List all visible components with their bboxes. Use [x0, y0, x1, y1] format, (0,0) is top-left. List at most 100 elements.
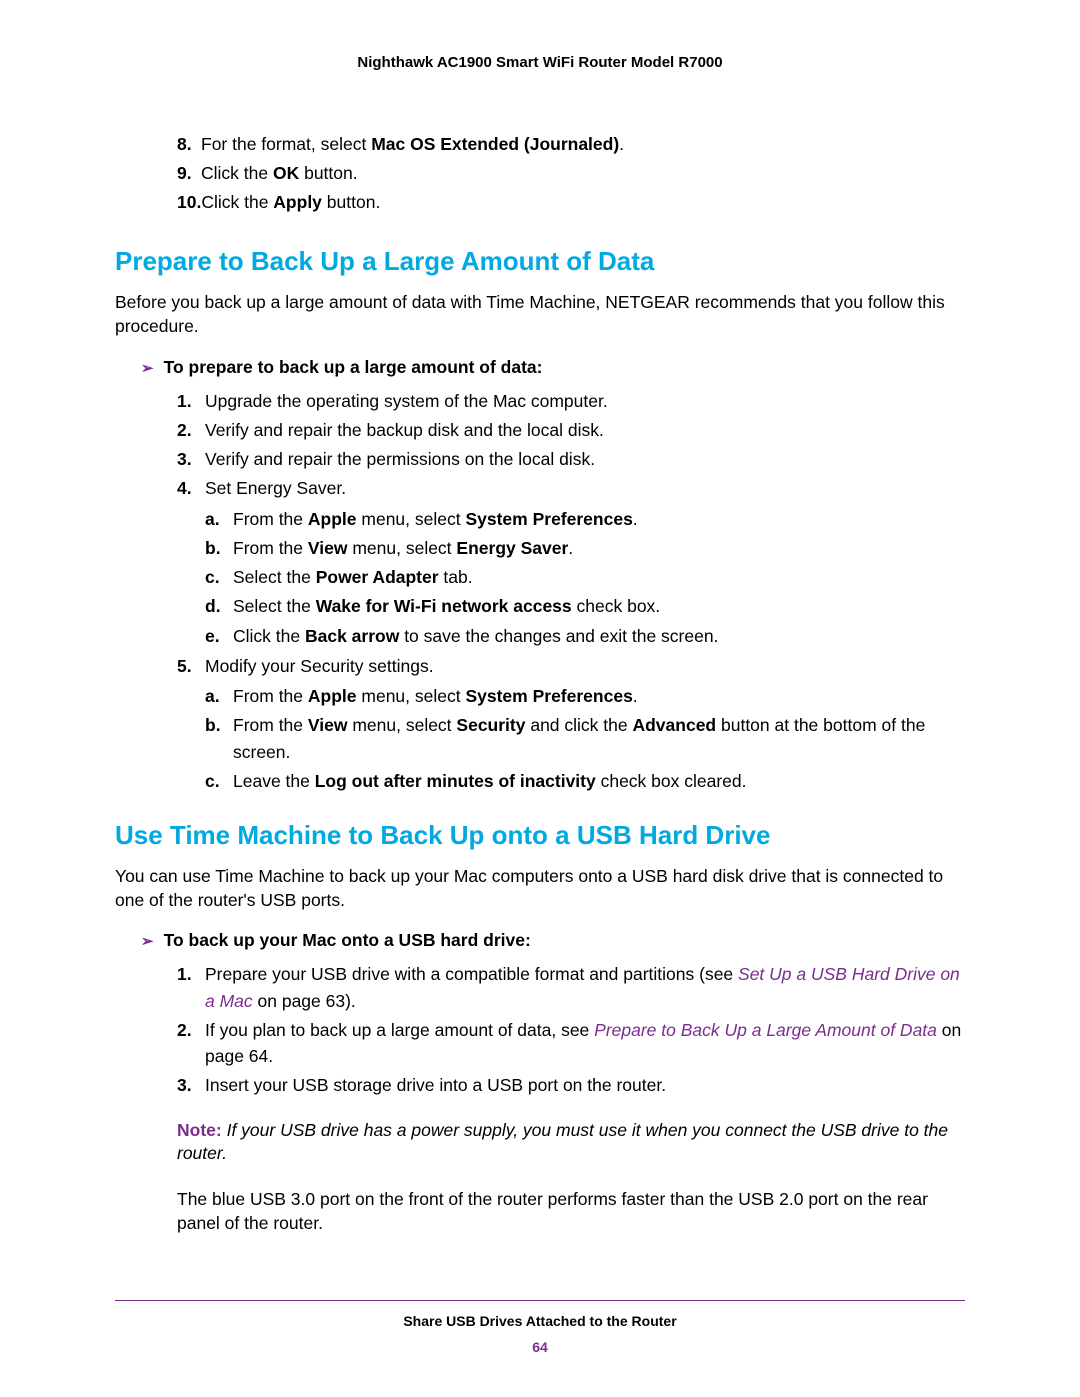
document-header: Nighthawk AC1900 Smart WiFi Router Model…	[115, 54, 965, 71]
note-label: Note:	[177, 1120, 227, 1140]
substep-4e: e.Click the Back arrow to save the chang…	[205, 623, 965, 649]
step-5: 5.Modify your Security settings.	[177, 653, 965, 679]
step-text: .	[633, 686, 638, 706]
step-number: d.	[205, 593, 233, 619]
step-bold: Power Adapter	[316, 567, 439, 587]
step-number: 1.	[177, 388, 205, 414]
step-text: menu, select	[347, 715, 456, 735]
procedure-heading: To back up your Mac onto a USB hard driv…	[164, 930, 531, 951]
step-bold: Energy Saver	[456, 538, 568, 558]
step-text: Click the	[233, 626, 305, 646]
section-heading-timemachine: Use Time Machine to Back Up onto a USB H…	[115, 820, 965, 851]
note-text: If your USB drive has a power supply, yo…	[177, 1120, 948, 1164]
footer-chapter-title: Share USB Drives Attached to the Router	[115, 1313, 965, 1329]
step-text: check box.	[572, 596, 661, 616]
step-text: menu, select	[347, 538, 456, 558]
step-number: 5.	[177, 653, 205, 679]
step-3: 3.Insert your USB storage drive into a U…	[177, 1072, 965, 1098]
step-text: to save the changes and exit the screen.	[399, 626, 718, 646]
step-4: 4.Set Energy Saver.	[177, 475, 965, 501]
step-number: 3.	[177, 446, 205, 472]
step-bold: Apply	[273, 192, 322, 212]
step-1: 1.Upgrade the operating system of the Ma…	[177, 388, 965, 414]
arrow-icon: ➢	[141, 932, 154, 950]
step-number: 1.	[177, 961, 205, 1014]
step-bold: Log out after minutes of inactivity	[315, 771, 596, 791]
step-text: .	[619, 134, 624, 154]
step-number: 2.	[177, 1017, 205, 1070]
substep-5b: b.From the View menu, select Security an…	[205, 712, 965, 765]
section-intro: You can use Time Machine to back up your…	[115, 865, 965, 912]
step-number: 8.	[177, 131, 201, 158]
substep-4c: c.Select the Power Adapter tab.	[205, 564, 965, 590]
step-10: 10.Click the Apply button.	[177, 189, 965, 216]
step-text: Select the	[233, 567, 316, 587]
step-text: and click the	[525, 715, 632, 735]
procedure-heading-row: ➢ To back up your Mac onto a USB hard dr…	[115, 930, 965, 951]
continued-steps-list: 8.For the format, select Mac OS Extended…	[115, 131, 965, 216]
step-number: 10.	[177, 189, 201, 216]
step-number: 3.	[177, 1072, 205, 1098]
step-number: a.	[205, 506, 233, 532]
step-1: 1.Prepare your USB drive with a compatib…	[177, 961, 965, 1014]
step-number: 2.	[177, 417, 205, 443]
step-bold: OK	[273, 163, 299, 183]
step-8: 8.For the format, select Mac OS Extended…	[177, 131, 965, 158]
step-text: Prepare your USB drive with a compatible…	[205, 964, 738, 984]
step-text: From the	[233, 509, 308, 529]
step-text: button.	[322, 192, 380, 212]
step-text: Verify and repair the permissions on the…	[205, 446, 595, 472]
step-text: If you plan to back up a large amount of…	[205, 1020, 594, 1040]
step-bold: View	[308, 538, 348, 558]
step-text: From the	[233, 686, 308, 706]
step-bold: Advanced	[632, 715, 716, 735]
step-text: Upgrade the operating system of the Mac …	[205, 388, 608, 414]
step-text: Insert your USB storage drive into a USB…	[205, 1072, 666, 1098]
step-bold: Wake for Wi-Fi network access	[316, 596, 572, 616]
step-text: menu, select	[357, 686, 466, 706]
step-text: Modify your Security settings.	[205, 653, 434, 679]
step-number: 4.	[177, 475, 205, 501]
step-bold: Mac OS Extended (Journaled)	[371, 134, 619, 154]
step-text: check box cleared.	[596, 771, 747, 791]
step-bold: View	[308, 715, 348, 735]
arrow-icon: ➢	[141, 359, 154, 377]
step-text: tab.	[439, 567, 473, 587]
step-text: From the	[233, 715, 308, 735]
substep-5c: c.Leave the Log out after minutes of ina…	[205, 768, 965, 794]
document-page: Nighthawk AC1900 Smart WiFi Router Model…	[0, 0, 1080, 1397]
substep-4b: b.From the View menu, select Energy Save…	[205, 535, 965, 561]
step-text: Set Energy Saver.	[205, 475, 346, 501]
procedure-heading: To prepare to back up a large amount of …	[164, 357, 543, 378]
cross-reference-link[interactable]: Prepare to Back Up a Large Amount of Dat…	[594, 1020, 937, 1040]
substep-5a: a.From the Apple menu, select System Pre…	[205, 683, 965, 709]
step-bold: Security	[456, 715, 525, 735]
step-text: on page 63).	[253, 991, 356, 1011]
step-text: .	[568, 538, 573, 558]
step-text: Verify and repair the backup disk and th…	[205, 417, 604, 443]
step-9: 9.Click the OK button.	[177, 160, 965, 187]
step-number: a.	[205, 683, 233, 709]
step-2: 2.If you plan to back up a large amount …	[177, 1017, 965, 1070]
section-heading-prepare: Prepare to Back Up a Large Amount of Dat…	[115, 246, 965, 277]
step-text: menu, select	[357, 509, 466, 529]
step-text: Click the	[201, 192, 273, 212]
procedure-steps-cont: 5.Modify your Security settings.	[115, 653, 965, 679]
step-bold: Apple	[308, 509, 357, 529]
step-text: .	[633, 509, 638, 529]
step-text: Click the	[201, 163, 273, 183]
note-block: Note: If your USB drive has a power supp…	[115, 1119, 965, 1166]
step-number: b.	[205, 712, 233, 765]
step-number: e.	[205, 623, 233, 649]
substep-4d: d.Select the Wake for Wi-Fi network acce…	[205, 593, 965, 619]
page-number: 64	[115, 1339, 965, 1355]
step-text: Select the	[233, 596, 316, 616]
step-text: For the format, select	[201, 134, 371, 154]
step-bold: System Preferences	[465, 509, 632, 529]
section-intro: Before you back up a large amount of dat…	[115, 291, 965, 338]
footer-divider	[115, 1300, 965, 1301]
step-bold: Back arrow	[305, 626, 399, 646]
step-number: c.	[205, 564, 233, 590]
substeps-4: a.From the Apple menu, select System Pre…	[115, 506, 965, 649]
step-2: 2.Verify and repair the backup disk and …	[177, 417, 965, 443]
